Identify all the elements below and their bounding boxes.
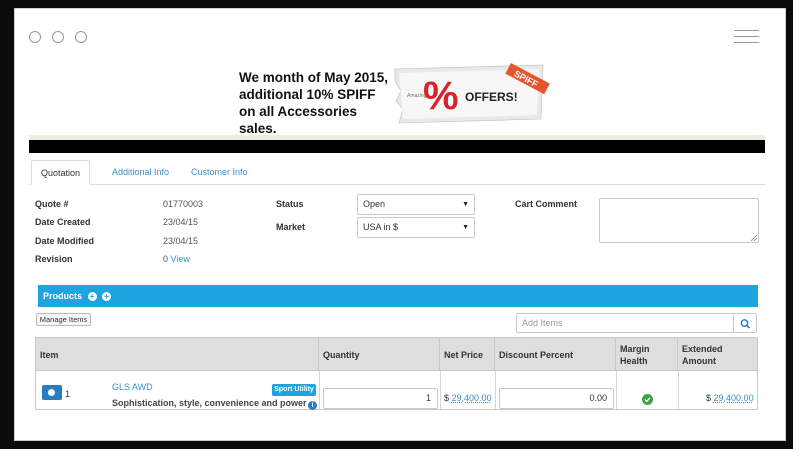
tab-bar: Quotation Additional Info Customer Info bbox=[29, 160, 765, 185]
quantity-input[interactable]: 1 bbox=[323, 388, 438, 409]
window-dot-icon[interactable] bbox=[75, 31, 87, 43]
browser-frame: We month of May 2015, additional 10% SPI… bbox=[14, 8, 786, 441]
manage-items-button[interactable]: Manage Items bbox=[36, 313, 91, 326]
category-badge: Sport Utility bbox=[272, 384, 316, 396]
add-circle-icon[interactable]: + bbox=[87, 292, 97, 302]
net-price: $ 29,400.00 bbox=[444, 393, 492, 403]
revision-number: 0 bbox=[163, 254, 169, 264]
extended-amount: $ 29,400.00 bbox=[706, 393, 754, 403]
column-header-net-price: Net Price bbox=[440, 338, 495, 371]
cart-comment-textarea[interactable] bbox=[599, 198, 759, 243]
column-header-quantity: Quantity bbox=[319, 338, 440, 371]
date-created-value: 23/04/15 bbox=[163, 217, 199, 227]
search-icon bbox=[740, 319, 751, 329]
dropdown-caret-icon: ▼ bbox=[462, 201, 469, 208]
hamburger-icon[interactable] bbox=[734, 30, 759, 48]
window-dot-icon[interactable] bbox=[52, 31, 64, 43]
column-header-item: Item bbox=[36, 338, 319, 371]
resize-handle-icon[interactable] bbox=[751, 235, 757, 241]
currency-symbol: $ bbox=[706, 393, 712, 403]
header-bar bbox=[29, 140, 765, 153]
add-circle-icon[interactable]: + bbox=[102, 292, 112, 302]
percent-sign: % bbox=[423, 74, 459, 118]
tab-additional-info[interactable]: Additional Info bbox=[103, 160, 178, 185]
quote-number-value: 01770003 bbox=[163, 199, 204, 209]
window-dot-icon[interactable] bbox=[29, 31, 41, 43]
date-modified-label: Date Modified bbox=[35, 236, 95, 246]
tab-quotation[interactable]: Quotation bbox=[31, 160, 91, 185]
promo-line: additional 10% SPIFF bbox=[239, 87, 376, 102]
status-select[interactable]: Open ▼ bbox=[357, 194, 475, 215]
extended-amount-link[interactable]: 29,400.00 bbox=[714, 393, 754, 403]
margin-health-check-icon bbox=[642, 394, 653, 405]
promo-line: on all Accessories sales. bbox=[239, 104, 358, 136]
market-select-value: USA in $ bbox=[363, 222, 399, 232]
market-label: Market bbox=[276, 222, 306, 232]
offers-banner-image: Amazing % OFFERS! SPIFF bbox=[394, 63, 550, 124]
row-index: 1 bbox=[65, 389, 71, 399]
row-options-button[interactable] bbox=[42, 385, 62, 400]
products-title: Products bbox=[43, 291, 83, 301]
info-icon[interactable]: i bbox=[308, 401, 317, 410]
search-button[interactable] bbox=[734, 313, 757, 333]
column-header-discount: Discount Percent bbox=[495, 338, 616, 371]
quote-number-label: Quote # bbox=[35, 199, 69, 209]
cart-comment-label: Cart Comment bbox=[515, 199, 578, 209]
revision-value: 0 View bbox=[163, 254, 190, 264]
revision-view-link[interactable]: View bbox=[171, 254, 190, 264]
status-label: Status bbox=[276, 199, 304, 209]
offers-text: OFFERS! bbox=[465, 90, 518, 104]
table-header: Item Quantity Net Price Discount Percent… bbox=[36, 338, 757, 371]
promo-line: We month of May 2015, bbox=[239, 70, 389, 85]
revision-label: Revision bbox=[35, 254, 73, 264]
gear-icon bbox=[48, 389, 55, 396]
promo-text: We month of May 2015, additional 10% SPI… bbox=[239, 69, 391, 137]
currency-symbol: $ bbox=[444, 393, 450, 403]
products-panel-header: Products + + bbox=[38, 285, 758, 307]
market-select[interactable]: USA in $ ▼ bbox=[357, 217, 475, 238]
net-price-link[interactable]: 29,400.00 bbox=[452, 393, 492, 403]
tab-customer-info[interactable]: Customer Info bbox=[182, 160, 257, 185]
status-select-value: Open bbox=[363, 199, 386, 209]
date-created-label: Date Created bbox=[35, 217, 91, 227]
discount-input[interactable]: 0.00 bbox=[499, 388, 614, 409]
column-header-margin-health: Margin Health bbox=[616, 338, 678, 371]
products-table: Item Quantity Net Price Discount Percent… bbox=[35, 337, 758, 410]
dropdown-caret-icon: ▼ bbox=[462, 224, 469, 231]
date-modified-value: 23/04/15 bbox=[163, 236, 199, 246]
product-description: Sophistication, style, convenience and p… bbox=[112, 398, 307, 408]
column-header-extended-amount: Extended Amount bbox=[682, 344, 723, 366]
add-items-input[interactable]: Add Items bbox=[516, 313, 734, 333]
product-name-link[interactable]: GLS AWD bbox=[112, 382, 153, 392]
